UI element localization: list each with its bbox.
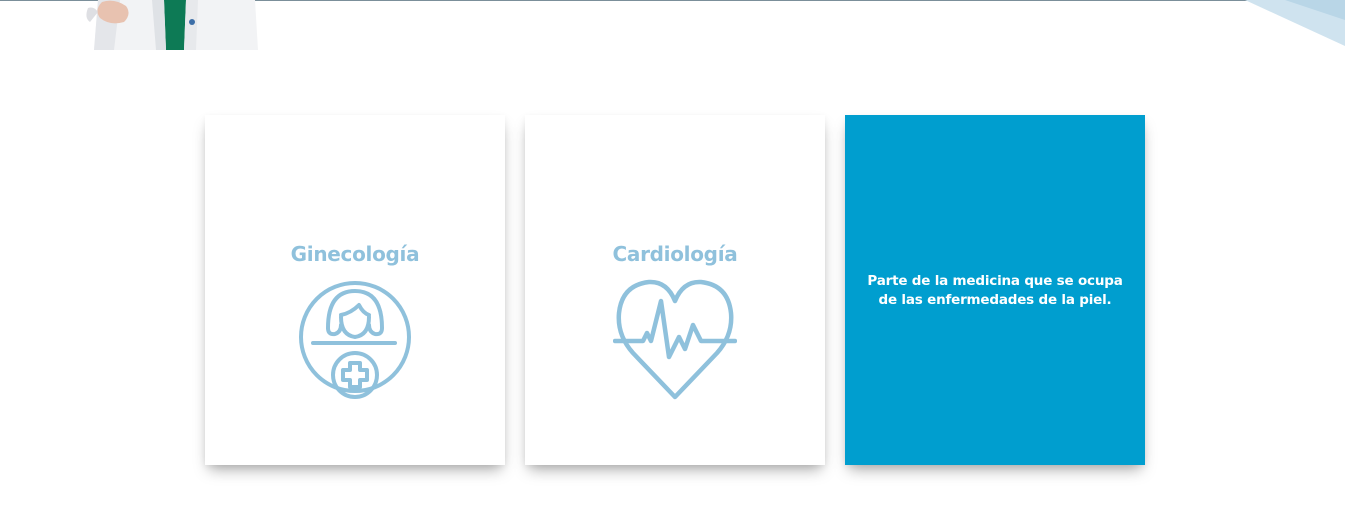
doctor-image bbox=[86, 0, 258, 50]
specialty-card-dermatology[interactable]: Parte de la medicina que se ocupa de las… bbox=[845, 115, 1145, 465]
specialties-grid: Ginecología Cardiología Parte de la medi… bbox=[205, 115, 1145, 465]
hero-strip bbox=[0, 0, 1345, 50]
specialty-card-cardiology[interactable]: Cardiología bbox=[525, 115, 825, 465]
corner-decoration bbox=[1245, 0, 1345, 46]
specialty-title: Ginecología bbox=[290, 242, 420, 266]
specialty-description: Parte de la medicina que se ocupa de las… bbox=[867, 273, 1123, 308]
specialty-title: Cardiología bbox=[612, 242, 738, 266]
specialty-card-gynecology[interactable]: Ginecología bbox=[205, 115, 505, 465]
woman-medical-icon bbox=[299, 281, 411, 399]
heart-pulse-icon bbox=[613, 279, 737, 400]
